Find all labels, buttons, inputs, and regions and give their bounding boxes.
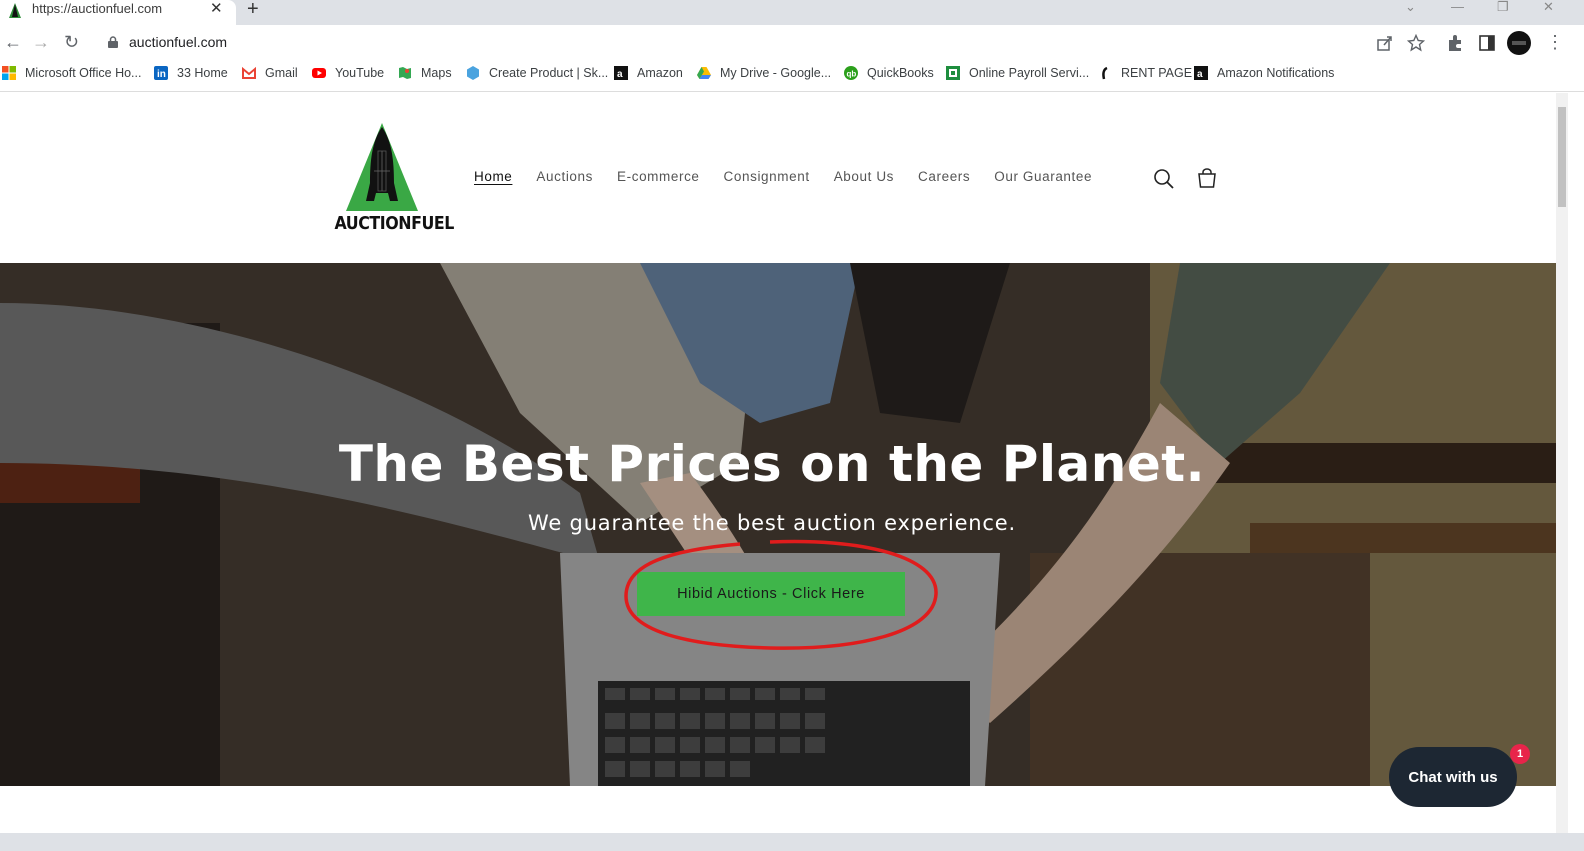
payroll-icon bbox=[946, 66, 960, 80]
bookmark-item[interactable]: YouTube bbox=[312, 66, 384, 80]
profile-avatar[interactable] bbox=[1507, 31, 1531, 55]
bookmark-label: Online Payroll Servi... bbox=[969, 66, 1090, 80]
main-nav: Home Auctions E-commerce Consignment Abo… bbox=[474, 169, 1092, 184]
back-icon[interactable]: ← bbox=[4, 32, 22, 52]
bookmark-label: YouTube bbox=[335, 66, 385, 80]
nav-our-guarantee[interactable]: Our Guarantee bbox=[994, 169, 1092, 184]
bookmark-item[interactable]: Gmail bbox=[242, 66, 298, 80]
browser-tab-bar: https://auctionfuel.com ✕ + ⌄ — ❐ ✕ bbox=[0, 0, 1584, 25]
bookmark-label: Maps bbox=[421, 66, 452, 80]
nav-home[interactable]: Home bbox=[474, 169, 512, 184]
bookmark-label: 33 Home bbox=[177, 66, 228, 80]
maps-icon bbox=[399, 67, 411, 79]
side-panel-icon[interactable] bbox=[1478, 34, 1496, 52]
hero-title: The Best Prices on the Planet. bbox=[338, 435, 1206, 493]
reload-icon[interactable]: ↻ bbox=[64, 32, 79, 52]
nav-about-us[interactable]: About Us bbox=[834, 169, 894, 184]
bookmark-star-icon[interactable] bbox=[1407, 34, 1425, 52]
search-icon[interactable] bbox=[1153, 168, 1175, 190]
rent-icon bbox=[1102, 66, 1108, 80]
nav-ecommerce[interactable]: E-commerce bbox=[617, 169, 700, 184]
bookmark-item[interactable]: My Drive - Google... bbox=[697, 66, 831, 80]
bookmark-label: My Drive - Google... bbox=[720, 66, 832, 80]
amazon-icon: a bbox=[614, 66, 628, 80]
bookmark-label: Create Product | Sk... bbox=[489, 66, 609, 80]
extensions-icon[interactable] bbox=[1446, 34, 1464, 52]
tab-close-icon[interactable]: ✕ bbox=[210, 1, 223, 17]
nav-careers[interactable]: Careers bbox=[918, 169, 970, 184]
scrollbar-thumb[interactable] bbox=[1558, 107, 1566, 207]
nav-auctions[interactable]: Auctions bbox=[536, 169, 593, 184]
forward-icon[interactable]: → bbox=[32, 32, 50, 52]
youtube-icon bbox=[312, 68, 326, 78]
tab-search-icon[interactable]: ⌄ bbox=[1405, 0, 1416, 14]
bookmark-label: QuickBooks bbox=[867, 66, 934, 80]
bookmark-label: Gmail bbox=[265, 66, 298, 80]
lock-icon bbox=[108, 36, 118, 48]
bookmark-item[interactable]: a Amazon bbox=[614, 66, 683, 80]
bookmark-item[interactable]: Online Payroll Servi... bbox=[946, 66, 1089, 80]
hero-banner: The Best Prices on the Planet. We guaran… bbox=[0, 263, 1556, 786]
browser-toolbar: ← → ↻ auctionfuel.com ⋮ bbox=[0, 25, 1584, 60]
bookmark-label: Amazon Notifications bbox=[1217, 66, 1335, 80]
linkedin-icon: in bbox=[154, 66, 168, 80]
site-header: AUCTIONFUEL Home Auctions E-commerce Con… bbox=[0, 93, 1556, 263]
svg-text:in: in bbox=[157, 69, 166, 80]
vertical-scrollbar[interactable] bbox=[1556, 93, 1568, 833]
chat-widget-button[interactable]: Chat with us bbox=[1389, 747, 1517, 807]
bookmark-item[interactable]: Maps bbox=[398, 66, 452, 80]
hibid-auctions-button[interactable]: Hibid Auctions - Click Here bbox=[637, 572, 905, 616]
bookmark-label: RENT PAGE bbox=[1121, 66, 1193, 80]
url-text[interactable]: auctionfuel.com bbox=[129, 34, 227, 50]
cart-icon[interactable] bbox=[1196, 168, 1218, 190]
chat-notification-badge: 1 bbox=[1510, 744, 1530, 764]
gmail-icon bbox=[242, 66, 256, 79]
svg-text:a: a bbox=[1197, 69, 1203, 80]
quickbooks-icon: qb bbox=[844, 66, 858, 80]
close-window-icon[interactable]: ✕ bbox=[1543, 0, 1554, 14]
rocket-logo-icon bbox=[346, 123, 418, 211]
product-icon bbox=[467, 66, 479, 80]
nav-consignment[interactable]: Consignment bbox=[724, 169, 810, 184]
svg-text:qb: qb bbox=[847, 70, 857, 79]
bookmark-item[interactable]: RENT PAGE bbox=[1098, 66, 1192, 80]
bookmark-label: Microsoft Office Ho... bbox=[25, 66, 142, 80]
drive-icon bbox=[697, 67, 711, 79]
bookmark-item[interactable]: a Amazon Notifications bbox=[1194, 66, 1334, 80]
tab-title: https://auctionfuel.com bbox=[32, 1, 163, 16]
bookmark-item[interactable]: Microsoft Office Ho... bbox=[2, 66, 141, 80]
website-viewport: AUCTIONFUEL Home Auctions E-commerce Con… bbox=[0, 93, 1556, 851]
logo-text: AUCTIONFUEL bbox=[334, 213, 454, 234]
bookmark-item[interactable]: Create Product | Sk... bbox=[466, 66, 608, 80]
browser-tab[interactable]: https://auctionfuel.com ✕ bbox=[0, 0, 236, 25]
menu-icon[interactable]: ⋮ bbox=[1546, 32, 1564, 52]
hero-subtitle: We guarantee the best auction experience… bbox=[528, 511, 1016, 535]
bookmark-item[interactable]: in 33 Home bbox=[154, 66, 228, 80]
bookmarks-bar: Microsoft Office Ho... in 33 Home Gmail … bbox=[0, 60, 1584, 92]
new-tab-button[interactable]: + bbox=[247, 0, 259, 19]
share-icon[interactable] bbox=[1376, 34, 1394, 52]
amazon-icon: a bbox=[1194, 66, 1208, 80]
svg-text:a: a bbox=[617, 69, 623, 80]
site-logo[interactable]: AUCTIONFUEL bbox=[328, 121, 454, 237]
horizontal-scrollbar[interactable] bbox=[0, 833, 1584, 851]
restore-icon[interactable]: ❐ bbox=[1497, 0, 1509, 14]
address-bar[interactable]: auctionfuel.com bbox=[96, 28, 1436, 58]
bookmark-item[interactable]: qb QuickBooks bbox=[844, 66, 934, 80]
bookmark-label: Amazon bbox=[637, 66, 683, 80]
microsoft-icon bbox=[2, 66, 16, 80]
minimize-icon[interactable]: — bbox=[1451, 0, 1464, 14]
rocket-favicon-icon bbox=[9, 3, 21, 18]
